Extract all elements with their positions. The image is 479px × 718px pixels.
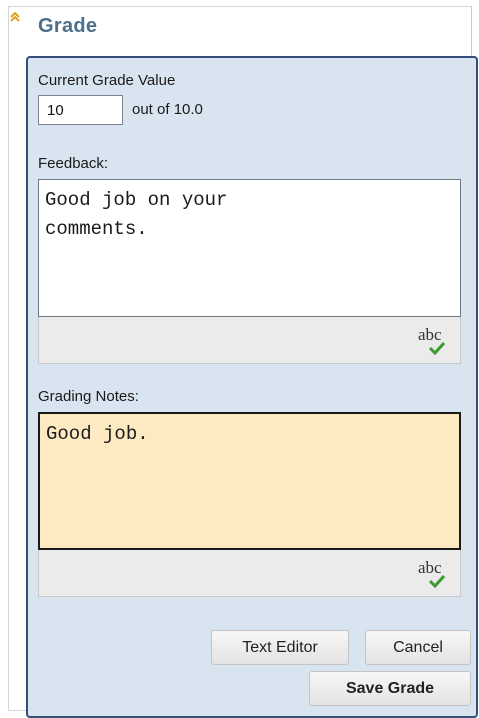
feedback-textarea[interactable]: Good job on your comments. bbox=[38, 179, 461, 317]
out-of-label: out of 10.0 bbox=[132, 101, 203, 118]
spellcheck-icon[interactable]: abc bbox=[418, 325, 448, 357]
current-grade-label: Current Grade Value bbox=[38, 72, 176, 89]
checkmark-icon bbox=[428, 574, 446, 588]
grade-input[interactable] bbox=[38, 95, 123, 125]
notes-toolbar: abc bbox=[38, 550, 461, 597]
double-chevron-up-icon[interactable] bbox=[9, 11, 21, 23]
checkmark-icon bbox=[428, 341, 446, 355]
text-editor-button[interactable]: Text Editor bbox=[211, 630, 349, 665]
grading-notes-label: Grading Notes: bbox=[38, 388, 139, 405]
cancel-button[interactable]: Cancel bbox=[365, 630, 471, 665]
save-grade-button[interactable]: Save Grade bbox=[309, 671, 471, 706]
feedback-label: Feedback: bbox=[38, 155, 109, 172]
grading-notes-textarea[interactable]: Good job. bbox=[38, 412, 461, 550]
section-title: Grade bbox=[38, 15, 98, 37]
spellcheck-icon[interactable]: abc bbox=[418, 558, 448, 590]
feedback-toolbar: abc bbox=[38, 317, 461, 364]
